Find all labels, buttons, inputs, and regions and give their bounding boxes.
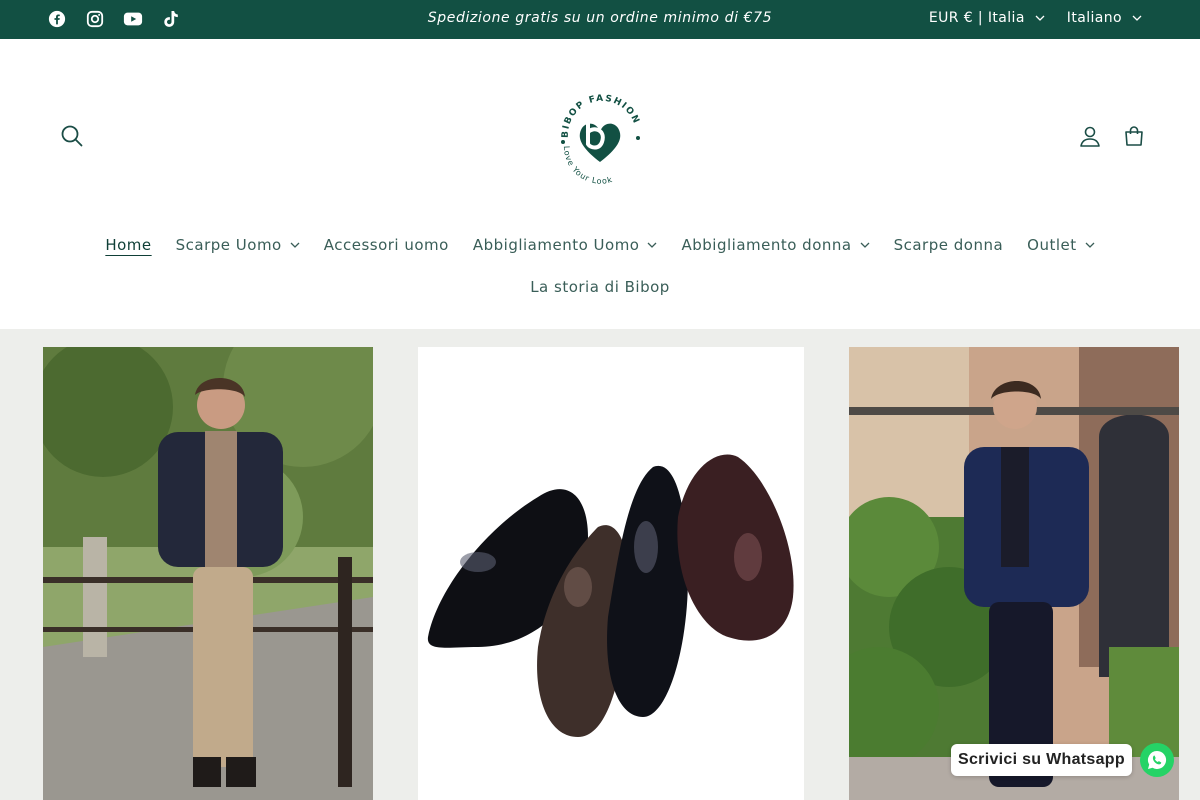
nav-item-label: Scarpe donna (893, 236, 1004, 254)
nav-item-abbigliamento-uomo[interactable]: Abbigliamento Uomo (461, 236, 670, 254)
nav-item-home[interactable]: Home (93, 236, 163, 254)
nav-item-label: Abbigliamento Uomo (472, 236, 640, 254)
nav-item-scarpe-uomo[interactable]: Scarpe Uomo (164, 236, 312, 254)
account-icon[interactable] (1078, 122, 1102, 150)
brand-logo[interactable]: BIBOP FASHION Love Your Look (550, 86, 650, 186)
whatsapp-icon (1147, 750, 1167, 769)
cart-icon[interactable] (1122, 122, 1146, 150)
nav-item-storia[interactable]: La storia di Bibop (530, 278, 670, 296)
language-label: Italiano (1066, 10, 1122, 26)
whatsapp-chat-button[interactable] (1140, 743, 1174, 777)
nav-item-label: Abbigliamento donna (681, 236, 852, 254)
chevron-down-icon (290, 242, 300, 248)
chevron-down-icon (1132, 15, 1142, 21)
nav-item-label: Accessori uomo (323, 236, 449, 254)
header-actions (1078, 122, 1146, 150)
search-icon[interactable] (57, 121, 87, 151)
gallery-image-man-blazer[interactable] (849, 347, 1179, 800)
gallery-image-man-puffer-jacket[interactable] (43, 347, 373, 800)
locale-selectors: EUR € | Italia Italiano (929, 10, 1142, 26)
gallery-image-loafers[interactable] (418, 347, 804, 800)
chevron-down-icon (1085, 242, 1095, 248)
main-nav-second-row: La storia di Bibop (0, 278, 1200, 296)
chevron-down-icon (648, 242, 657, 248)
nav-item-label: Outlet (1027, 236, 1077, 254)
currency-selector[interactable]: EUR € | Italia (929, 10, 1045, 26)
whatsapp-chat-label[interactable]: Scrivici su Whatsapp (951, 744, 1132, 776)
chevron-down-icon (860, 242, 870, 248)
main-nav: Home Scarpe Uomo Accessori uomo Abbiglia… (0, 236, 1200, 254)
hero-gallery (0, 329, 1200, 800)
language-selector[interactable]: Italiano (1067, 10, 1142, 26)
announcement-bar: Spedizione gratis su un ordine minimo di… (0, 0, 1200, 39)
nav-item-outlet[interactable]: Outlet (1015, 236, 1106, 254)
nav-item-scarpe-donna[interactable]: Scarpe donna (882, 236, 1016, 254)
currency-label: EUR € | Italia (928, 10, 1025, 26)
chevron-down-icon (1035, 15, 1045, 21)
nav-item-abbigliamento-donna[interactable]: Abbigliamento donna (669, 236, 881, 254)
nav-item-accessori-uomo[interactable]: Accessori uomo (312, 236, 461, 254)
nav-item-label: Home (105, 236, 152, 254)
nav-item-label: Scarpe Uomo (175, 236, 282, 254)
